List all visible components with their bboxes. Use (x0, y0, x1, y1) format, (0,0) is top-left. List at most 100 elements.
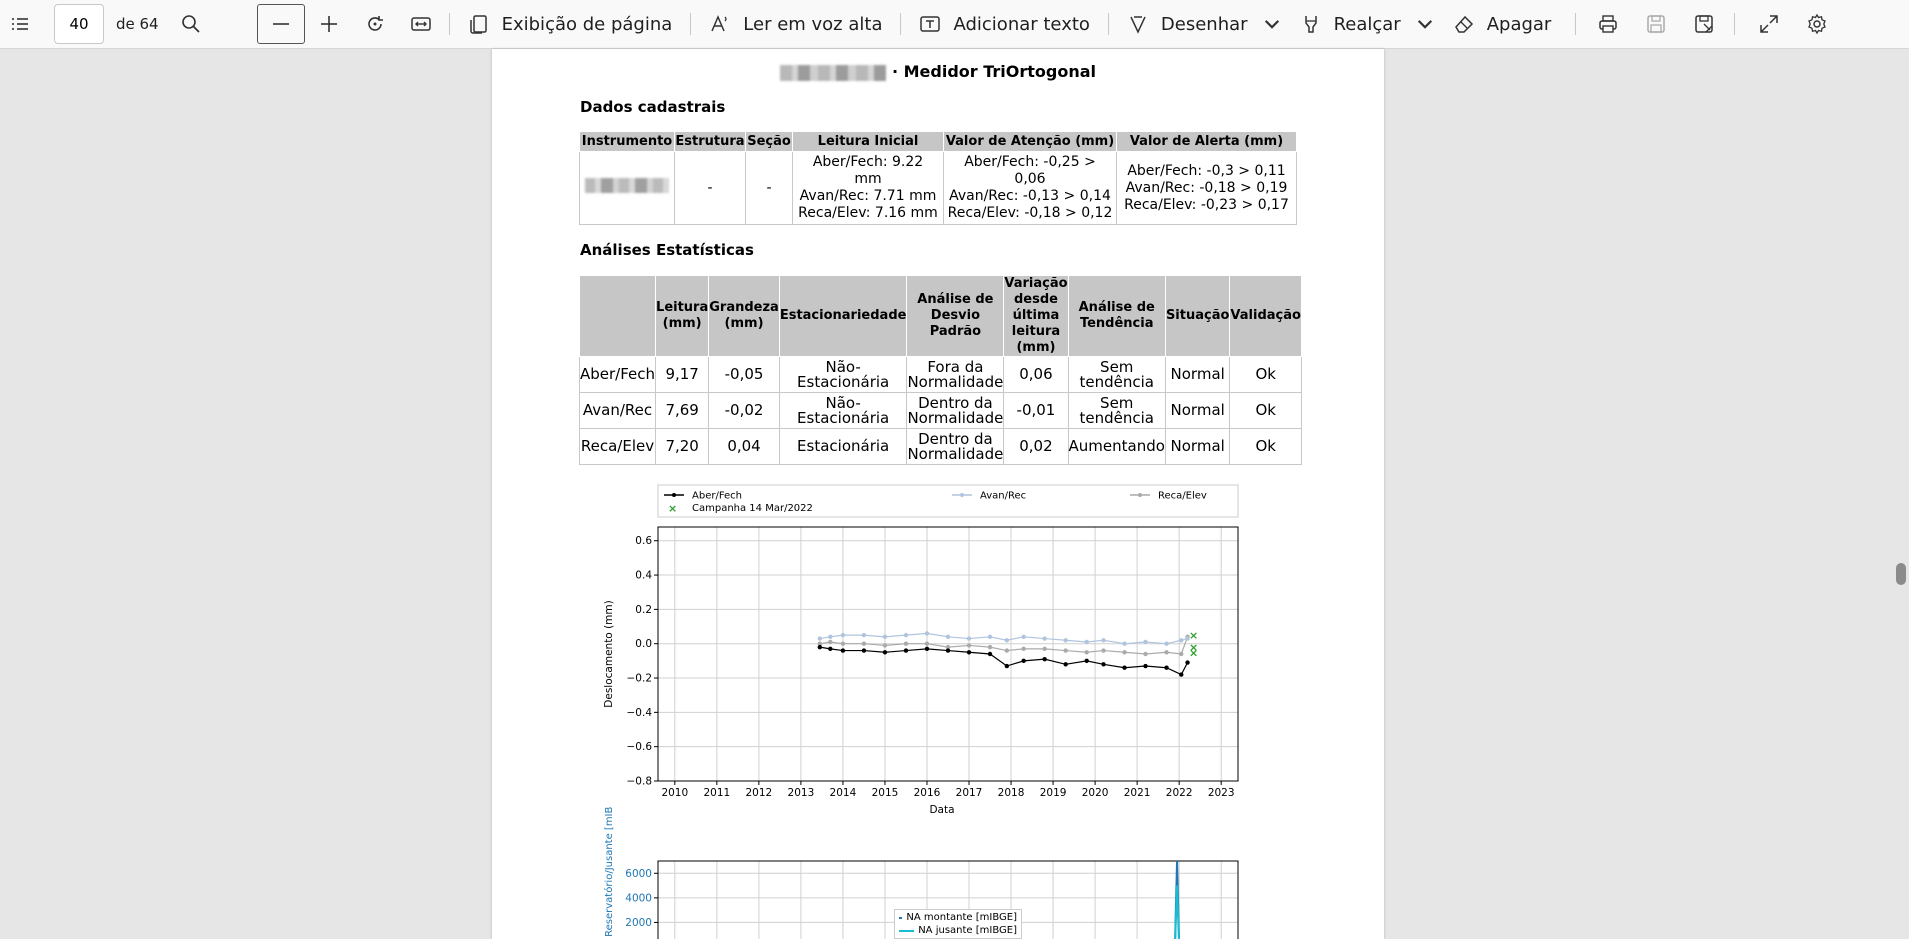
page-view-button[interactable]: Exibição de página (458, 4, 683, 44)
table-cell: Sem tendência (1067, 392, 1166, 429)
data-point (1185, 660, 1190, 665)
header-cell: Variação desde última leitura (mm) (1003, 275, 1069, 357)
section-title-estatisticas: Análises Estatísticas (580, 241, 754, 259)
table-cell: Normal (1164, 356, 1231, 393)
data-point (861, 648, 867, 653)
header-valor-atencao: Valor de Atenção (mm) (943, 131, 1117, 152)
atencao-line: Reca/Elev: -0,18 > 0,12 (947, 205, 1113, 221)
page-number-input[interactable] (54, 4, 104, 44)
zoom-in-icon[interactable] (309, 4, 349, 44)
secao-cell: - (745, 151, 793, 225)
legend-label: NA montante [mIBGE] (906, 912, 1017, 923)
data-point (1042, 656, 1047, 662)
x-tick-label: 2014 (830, 787, 857, 799)
draw-button[interactable]: Desenhar (1117, 4, 1258, 44)
atencao-line: Aber/Fech: -0,25 > (964, 154, 1096, 170)
save-as-icon[interactable] (1684, 4, 1724, 44)
leitura-line: Avan/Rec: 7.71 mm (799, 188, 937, 204)
y-tick-label: 2000 (625, 917, 652, 929)
legend-marker (672, 493, 676, 497)
data-point (903, 632, 909, 638)
legend-marker-x: × (668, 502, 677, 515)
data-point (1179, 672, 1184, 677)
leitura-line: Aber/Fech: 9.22 (812, 154, 924, 170)
y-tick-label: 0.4 (635, 570, 652, 582)
read-aloud-button[interactable]: Ler em voz alta (699, 4, 892, 44)
data-point (882, 634, 888, 640)
x-tick-label: 2022 (1166, 787, 1193, 799)
toolbar-divider (690, 13, 692, 35)
x-tick-label: 2011 (703, 787, 730, 799)
header-cell: Estacionariedade (778, 275, 908, 357)
leitura-line: mm (854, 171, 882, 187)
atencao-cell: Aber/Fech: -0,25 > 0,06 Avan/Rec: -0,13 … (943, 151, 1117, 225)
data-point (861, 632, 867, 638)
toolbar-divider (448, 13, 450, 35)
header-cell: Leitura (mm) (655, 275, 710, 357)
rotate-icon[interactable] (355, 4, 395, 44)
data-point (1122, 650, 1127, 655)
x-tick-label: 2018 (998, 787, 1025, 799)
data-point (1164, 650, 1169, 655)
data-point (1179, 638, 1184, 643)
legend-marker (960, 493, 964, 497)
highlight-button[interactable]: Realçar (1290, 4, 1411, 44)
read-aloud-label: Ler em voz alta (743, 13, 883, 35)
x-tick-label: 2010 (661, 787, 688, 799)
table-cell: Aber/Fech (578, 356, 657, 393)
series-line (819, 632, 1188, 645)
data-point (987, 634, 993, 640)
header-secao: Seção (745, 131, 793, 152)
table-cell: 0,06 (1003, 356, 1069, 393)
table-cell: -0,02 (708, 392, 780, 429)
data-point (903, 641, 909, 646)
scrollbar-thumb[interactable] (1896, 563, 1906, 585)
draw-label: Desenhar (1160, 13, 1248, 35)
data-point (1042, 646, 1047, 652)
table-cell: Ok (1229, 428, 1302, 465)
draw-options-chevron-icon[interactable] (1258, 4, 1286, 44)
header-cell: Situação (1164, 275, 1231, 357)
fit-width-icon[interactable] (401, 4, 441, 44)
settings-gear-icon[interactable] (1797, 4, 1837, 44)
highlight-options-chevron-icon[interactable] (1411, 4, 1439, 44)
displacement-chart: Aber/Fech Avan/Rec Reca/Elev × Campanha 14 M… (603, 484, 1239, 816)
leitura-line: Reca/Elev: 7.16 mm (798, 205, 938, 221)
data-point (1021, 634, 1026, 640)
add-text-button[interactable]: Adicionar texto (909, 4, 1099, 44)
print-icon[interactable] (1588, 4, 1628, 44)
data-point (882, 643, 888, 648)
data-point (817, 636, 823, 641)
erase-button[interactable]: Apagar (1443, 4, 1562, 44)
table-cell: Dentro da Normalidade (906, 392, 1005, 429)
data-point (945, 648, 951, 653)
y-tick-label: −0.2 (627, 673, 653, 685)
vertical-scrollbar[interactable] (1892, 49, 1909, 939)
data-point (924, 641, 930, 646)
data-point (1042, 636, 1047, 641)
contents-menu-icon[interactable] (0, 4, 40, 44)
data-point (1063, 638, 1068, 643)
alerta-line: Avan/Rec: -0,18 > 0,19 (1125, 179, 1288, 196)
table-row: Reca/Elev 7,20 0,04 Estacionária Dentro … (578, 428, 1302, 465)
table-row: Avan/Rec 7,69 -0,02 Não-Estacionária Den… (578, 392, 1302, 429)
x-tick-label: 2023 (1208, 787, 1235, 799)
fullscreen-icon[interactable] (1749, 4, 1789, 44)
header-cell: Grandeza (mm) (708, 275, 780, 357)
legend-marker (1138, 493, 1142, 497)
y-tick-label: 0.6 (635, 535, 652, 547)
data-point (924, 631, 930, 636)
table-cell: Ok (1229, 356, 1302, 393)
data-point (1179, 651, 1184, 657)
data-point (840, 641, 846, 646)
x-tick-label: 2012 (746, 787, 773, 799)
draw-icon (1130, 16, 1146, 34)
search-icon[interactable] (171, 4, 211, 44)
y-axis-label: Deslocamento (mm) (603, 600, 615, 707)
page-title: · Medidor TriOrtogonal (492, 62, 1384, 81)
table-cell: Aumentando (1067, 428, 1166, 465)
zoom-out-button[interactable] (256, 4, 305, 44)
header-cell: Análise de Desvio Padrão (906, 275, 1005, 357)
data-point (840, 632, 846, 638)
data-point (828, 646, 833, 652)
